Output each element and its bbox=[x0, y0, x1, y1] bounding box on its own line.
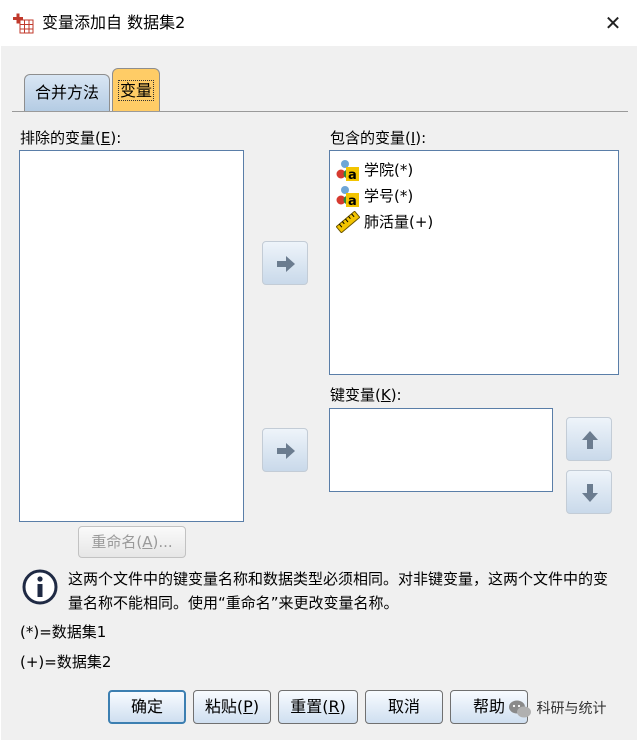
reset-button[interactable]: 重置(R) bbox=[278, 690, 358, 724]
move-to-key-button[interactable] bbox=[262, 428, 308, 472]
key-variables-list[interactable] bbox=[329, 408, 553, 492]
scale-ruler-icon bbox=[336, 211, 360, 233]
info-icon bbox=[22, 569, 58, 605]
arrow-down-icon bbox=[582, 484, 598, 502]
wechat-icon bbox=[509, 700, 531, 718]
info-message: 这两个文件中的键变量名称和数据类型必须相同。对非键变量，这两个文件中的变量名称不… bbox=[68, 570, 609, 612]
svg-text:a: a bbox=[348, 168, 357, 181]
close-icon[interactable]: ✕ bbox=[600, 10, 626, 36]
dataset2-legend: (+)=数据集2 bbox=[20, 653, 112, 671]
tab-variables[interactable]: 变量 bbox=[112, 68, 160, 112]
key-variables-label: 键变量(K): bbox=[330, 386, 402, 404]
svg-text:a: a bbox=[348, 194, 357, 207]
arrow-right-icon bbox=[277, 256, 295, 272]
variable-name: 肺活量(+) bbox=[364, 213, 434, 231]
tab-merge-method[interactable]: 合并方法 bbox=[24, 74, 110, 112]
arrow-up-icon bbox=[582, 431, 598, 449]
title-bar: 变量添加自 数据集2 ✕ bbox=[0, 0, 638, 46]
variable-name: 学号(*) bbox=[364, 187, 414, 205]
ok-button[interactable]: 确定 bbox=[108, 690, 186, 724]
dataset1-legend: (*)=数据集1 bbox=[20, 623, 107, 641]
window-title: 变量添加自 数据集2 bbox=[42, 13, 186, 32]
watermark: 科研与统计 bbox=[508, 696, 606, 722]
paste-button[interactable]: 粘贴(P) bbox=[193, 690, 271, 724]
nominal-string-icon: a bbox=[336, 160, 359, 181]
variable-name: 学院(*) bbox=[364, 161, 414, 179]
tab-variables-label: 变量 bbox=[117, 80, 154, 101]
included-variables-label: 包含的变量(I): bbox=[330, 129, 427, 147]
watermark-text: 科研与统计 bbox=[536, 701, 607, 717]
move-up-button[interactable] bbox=[566, 417, 612, 461]
spss-app-icon bbox=[13, 13, 34, 34]
cancel-button[interactable]: 取消 bbox=[365, 690, 443, 724]
move-to-included-button[interactable] bbox=[262, 241, 308, 285]
arrow-right-icon bbox=[277, 443, 295, 459]
excluded-variables-list[interactable] bbox=[19, 150, 244, 522]
move-down-button[interactable] bbox=[566, 470, 612, 514]
nominal-string-icon: a bbox=[336, 186, 359, 207]
included-variables-list[interactable]: a 学院(*) a 学号(*) 肺活量(+) bbox=[329, 150, 619, 375]
rename-button[interactable]: 重命名(A)... bbox=[78, 526, 186, 558]
excluded-variables-label: 排除的变量(E): bbox=[20, 129, 122, 147]
